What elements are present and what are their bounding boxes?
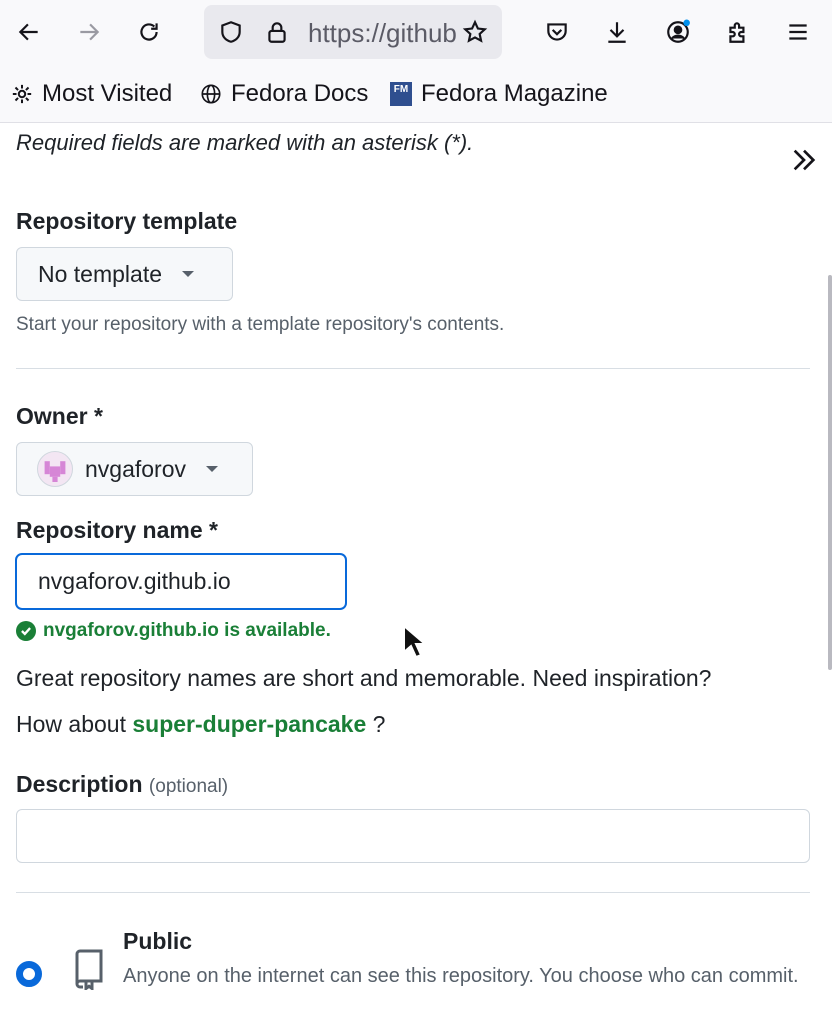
bookmark-label: Fedora Magazine <box>421 80 608 107</box>
repo-name-label: Repository name * <box>16 517 218 543</box>
globe-icon <box>199 82 223 106</box>
pocket-icon <box>547 23 567 41</box>
back-arrow-icon <box>18 23 38 41</box>
bookmark-most-visited[interactable]: Most Visited <box>10 78 172 110</box>
back-button[interactable] <box>11 14 47 50</box>
bookmark-fedora-docs[interactable]: Fedora Docs <box>199 78 368 110</box>
forward-button[interactable] <box>71 14 107 50</box>
hamburger-menu-icon <box>789 24 807 40</box>
check-circle-icon <box>16 621 36 641</box>
public-radio[interactable] <box>16 961 42 987</box>
availability-text: nvgaforov.github.io is available. <box>43 620 331 641</box>
inspiration-text: Great repository names are short and mem… <box>16 665 712 691</box>
url-text[interactable]: https://github.com/new <box>308 18 458 49</box>
section-divider <box>16 892 810 893</box>
download-icon <box>608 22 626 43</box>
downloads-button[interactable] <box>599 14 635 50</box>
public-title: Public <box>123 928 193 954</box>
template-selected: No template <box>38 260 163 287</box>
suggested-name-link[interactable]: super-duper-pancake <box>132 711 366 737</box>
mouse-pointer-icon <box>403 624 428 659</box>
repo-name-input[interactable]: nvgaforov.github.io <box>15 553 347 610</box>
url-bar[interactable]: https://github.com/new <box>204 5 502 59</box>
section-divider <box>16 368 810 369</box>
repo-icon <box>75 949 103 990</box>
bookmarks-toolbar: Most Visited Fedora Docs FM Fedora Magaz… <box>0 66 832 171</box>
suggestion-prefix: How about <box>16 711 126 737</box>
avatar <box>37 451 73 487</box>
bookmark-fedora-magazine[interactable]: FM Fedora Magazine <box>389 78 608 110</box>
bookmark-label: Most Visited <box>42 80 173 107</box>
account-button[interactable] <box>660 14 696 50</box>
bookmarks-overflow-chevron-icon[interactable] <box>788 144 820 176</box>
owner-select[interactable]: nvgaforov <box>16 442 253 496</box>
description-label-text: Description <box>16 771 143 797</box>
pocket-button[interactable] <box>539 14 575 50</box>
required-fields-note: Required fields are marked with an aster… <box>16 130 474 155</box>
reload-button[interactable] <box>131 14 167 50</box>
star-bookmark-icon[interactable] <box>462 19 488 45</box>
template-hint: Start your repository with a template re… <box>16 314 505 335</box>
owner-label: Owner * <box>16 403 103 429</box>
description-label: Description (optional) <box>16 771 228 798</box>
puzzle-icon <box>729 22 745 43</box>
shield-icon[interactable] <box>218 19 244 45</box>
menu-button[interactable] <box>780 14 816 50</box>
availability-message: nvgaforov.github.io is available. <box>16 620 331 642</box>
caret-down-icon <box>182 271 195 277</box>
owner-selected: nvgaforov <box>85 455 187 482</box>
caret-down-icon <box>206 466 219 472</box>
fedora-magazine-icon: FM <box>389 82 413 106</box>
account-icon <box>667 19 690 43</box>
public-description: Anyone on the internet can see this repo… <box>123 965 799 987</box>
bookmark-label: Fedora Docs <box>231 80 369 107</box>
template-label: Repository template <box>16 208 238 234</box>
reload-icon <box>140 23 158 41</box>
lock-icon[interactable] <box>264 19 290 45</box>
forward-arrow-icon <box>80 23 100 41</box>
gear-icon <box>10 82 34 106</box>
suggestion-line: How about super-duper-pancake ? <box>16 711 385 738</box>
browser-toolbar: https://github.com/new <box>0 0 832 66</box>
page-scrollbar[interactable] <box>828 275 832 670</box>
optional-tag: (optional) <box>148 776 229 797</box>
suggestion-suffix: ? <box>372 711 386 737</box>
description-input[interactable] <box>16 809 810 863</box>
template-select[interactable]: No template <box>16 247 233 301</box>
extensions-button[interactable] <box>720 14 756 50</box>
